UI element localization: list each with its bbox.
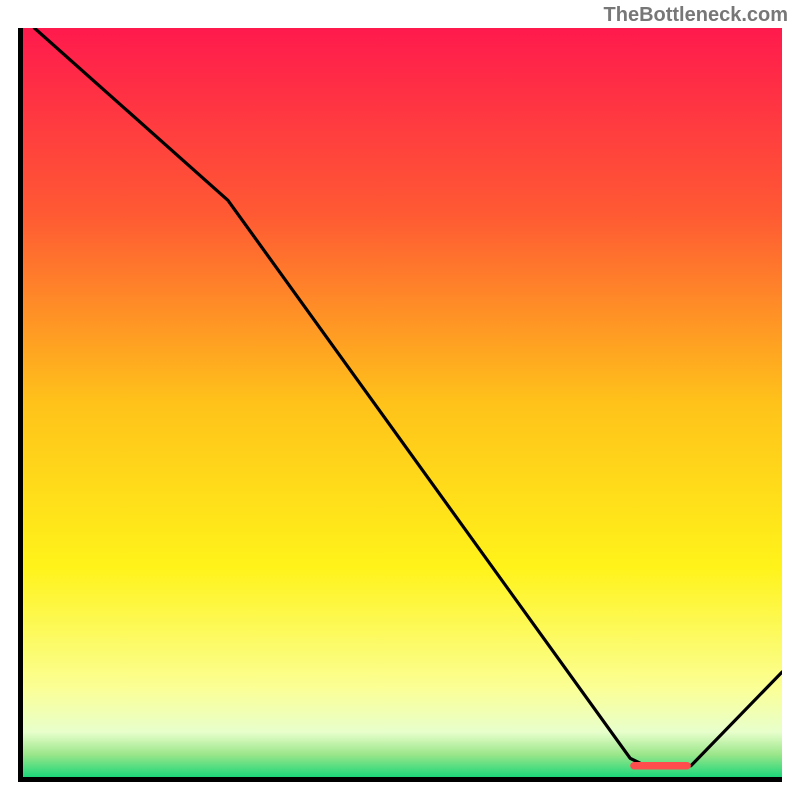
chart-gradient-bg [23, 28, 782, 777]
chart-svg [23, 28, 782, 777]
chart-plot-area [18, 28, 782, 782]
chart-marker-segment [630, 762, 691, 770]
watermark-text: TheBottleneck.com [604, 4, 788, 27]
